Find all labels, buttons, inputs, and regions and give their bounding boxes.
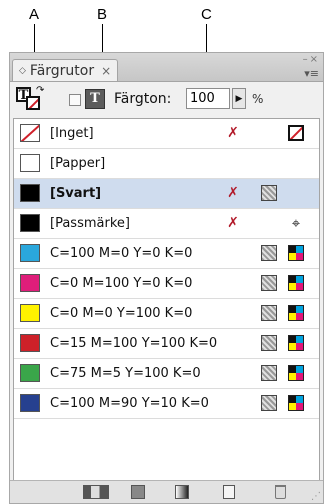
no-edit-icon: ✗ <box>227 125 239 141</box>
swatch-toolbar: T ↷ T Färgton: ▶ % <box>10 81 323 117</box>
tint-input[interactable] <box>186 88 230 109</box>
format-container-icon[interactable] <box>69 94 81 106</box>
swatches-panel: ◇ Färgrutor × –× ▾≡ T ↷ T Färgton: ▶ % [… <box>9 52 324 504</box>
swatch-color-chip <box>20 154 40 172</box>
swatch-color-chip <box>20 244 40 262</box>
process-color-icon <box>261 365 277 381</box>
cmyk-mode-icon <box>288 335 304 351</box>
swatch-color-chip <box>20 124 40 142</box>
swatch-row[interactable]: [Inget] ✗ <box>14 119 319 149</box>
swatch-name: C=15 M=100 Y=100 K=0 <box>50 336 218 351</box>
no-edit-icon: ✗ <box>227 185 239 201</box>
new-swatch-icon[interactable] <box>223 485 235 499</box>
swatch-name: C=0 M=0 Y=100 K=0 <box>50 306 193 321</box>
tint-label: Färgton: <box>114 91 172 107</box>
show-swatches-icon[interactable] <box>83 485 109 499</box>
close-icon[interactable]: × <box>101 64 111 78</box>
trash-icon[interactable] <box>275 485 286 499</box>
swatch-name: [Passmärke] <box>50 216 130 231</box>
none-swatch-icon <box>288 125 304 141</box>
swatch-name: C=75 M=5 Y=100 K=0 <box>50 366 201 381</box>
registration-icon: ⌖ <box>291 214 301 232</box>
process-color-icon <box>261 275 277 291</box>
show-color-swatches-icon[interactable] <box>131 485 145 499</box>
tab-title: Färgrutor <box>29 62 95 79</box>
swatch-row[interactable]: [Svart] ✗ <box>14 179 319 209</box>
tint-percent: % <box>252 92 264 106</box>
swap-arrow-icon[interactable]: ↷ <box>36 85 44 96</box>
callout-c: C <box>201 6 212 23</box>
tab-swatches[interactable]: ◇ Färgrutor × <box>12 59 119 81</box>
swatch-color-chip <box>20 394 40 412</box>
show-gradient-swatches-icon[interactable] <box>175 485 189 499</box>
cmyk-mode-icon <box>288 245 304 261</box>
process-color-icon <box>261 305 277 321</box>
no-edit-icon: ✗ <box>227 215 239 231</box>
cmyk-mode-icon <box>288 365 304 381</box>
swatch-color-chip <box>20 334 40 352</box>
swatch-color-chip <box>20 184 40 202</box>
swatch-list[interactable]: [Inget] ✗ [Papper] [Svart] ✗ [Passmärke] ✗ ⌖ C=1… <box>13 118 320 492</box>
cmyk-mode-icon <box>288 275 304 291</box>
swatch-row[interactable]: C=15 M=100 Y=100 K=0 <box>14 329 319 359</box>
window-controls[interactable]: –× <box>303 54 320 65</box>
swatch-name: C=0 M=100 Y=0 K=0 <box>50 276 193 291</box>
callout-b: B <box>97 6 108 23</box>
swatch-name: [Papper] <box>50 156 106 171</box>
bottom-toolbar: ⋰ <box>10 480 323 503</box>
process-color-icon <box>261 395 277 411</box>
swatch-name: C=100 M=90 Y=10 K=0 <box>50 396 209 411</box>
swatch-row[interactable]: C=0 M=0 Y=100 K=0 <box>14 299 319 329</box>
swatch-row[interactable]: C=100 M=0 Y=0 K=0 <box>14 239 319 269</box>
swatch-row[interactable]: [Papper] <box>14 149 319 179</box>
swatch-row[interactable]: C=100 M=90 Y=10 K=0 <box>14 389 319 419</box>
format-text-icon[interactable]: T <box>85 89 105 109</box>
swatch-name: C=100 M=0 Y=0 K=0 <box>50 246 193 261</box>
swatch-name: [Inget] <box>50 126 94 141</box>
swatch-color-chip <box>20 214 40 232</box>
process-color-icon <box>261 335 277 351</box>
tab-collapse-icon[interactable]: ◇ <box>19 66 26 76</box>
panel-menu-icon[interactable]: ▾≡ <box>304 67 319 80</box>
spot-color-icon <box>261 185 277 201</box>
swatch-color-chip <box>20 364 40 382</box>
swatch-color-chip <box>20 274 40 292</box>
cmyk-mode-icon <box>288 305 304 321</box>
swatch-name: [Svart] <box>50 186 102 201</box>
swatch-row[interactable]: C=0 M=100 Y=0 K=0 <box>14 269 319 299</box>
callout-a: A <box>29 6 40 23</box>
tint-slider-button[interactable]: ▶ <box>232 88 246 109</box>
fill-stroke-icon[interactable]: T ↷ <box>16 85 44 113</box>
swatch-row[interactable]: C=75 M=5 Y=100 K=0 <box>14 359 319 389</box>
process-color-icon <box>261 245 277 261</box>
swatch-color-chip <box>20 304 40 322</box>
resize-grip-icon[interactable]: ⋰ <box>311 491 321 502</box>
swatch-row[interactable]: [Passmärke] ✗ ⌖ <box>14 209 319 239</box>
cmyk-mode-icon <box>288 395 304 411</box>
panel-tab-bar: ◇ Färgrutor × –× ▾≡ <box>10 53 323 82</box>
stroke-none-icon[interactable] <box>26 96 40 110</box>
